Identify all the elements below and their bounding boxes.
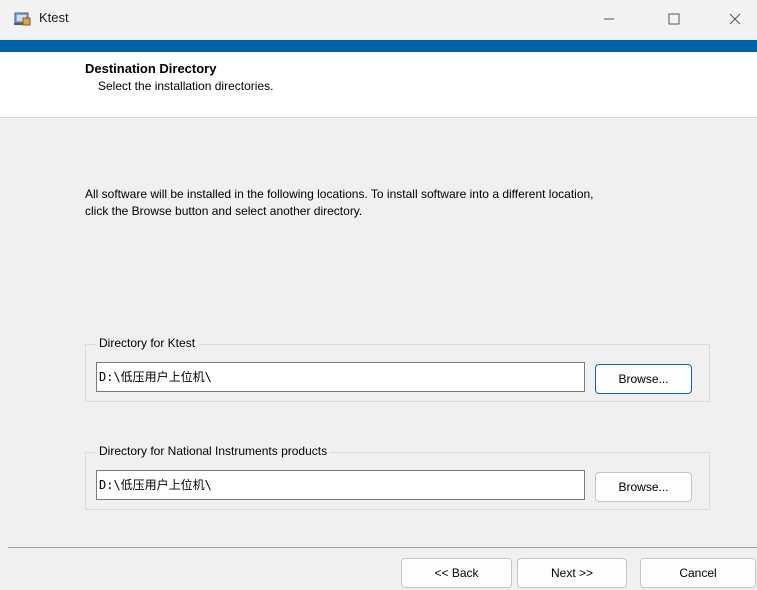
page-subtitle: Select the installation directories. — [98, 79, 274, 93]
ni-browse-button[interactable]: Browse... — [595, 472, 692, 502]
minimize-button[interactable] — [586, 0, 632, 38]
ktest-directory-group: Directory for Ktest D:\低压用户上位机\ Browse..… — [85, 336, 710, 402]
cancel-button[interactable]: Cancel — [640, 558, 756, 588]
window-title: Ktest — [39, 10, 69, 25]
ktest-directory-input[interactable]: D:\低压用户上位机\ — [96, 362, 585, 392]
back-button[interactable]: << Back — [401, 558, 512, 588]
maximize-icon — [668, 13, 680, 25]
close-button[interactable] — [712, 0, 757, 38]
header-panel: Destination Directory Select the install… — [0, 52, 757, 118]
maximize-button[interactable] — [651, 0, 697, 38]
page-title: Destination Directory — [85, 61, 217, 76]
ni-directory-label: Directory for National Instruments produ… — [96, 444, 331, 458]
installer-window: Ktest Destination Directory Select the i… — [0, 0, 757, 590]
ktest-browse-button[interactable]: Browse... — [595, 364, 692, 394]
footer-divider — [8, 547, 757, 548]
close-icon — [729, 13, 741, 25]
installer-app-icon — [14, 12, 31, 26]
minimize-icon — [604, 18, 614, 20]
ktest-directory-label: Directory for Ktest — [96, 336, 199, 350]
ni-directory-group: Directory for National Instruments produ… — [85, 444, 710, 510]
title-bar: Ktest — [0, 0, 757, 38]
next-button[interactable]: Next >> — [517, 558, 627, 588]
instructions-text: All software will be installed in the fo… — [85, 187, 594, 218]
ni-directory-input[interactable]: D:\低压用户上位机\ — [96, 470, 585, 500]
accent-bar — [0, 40, 757, 52]
header-divider — [0, 117, 757, 118]
